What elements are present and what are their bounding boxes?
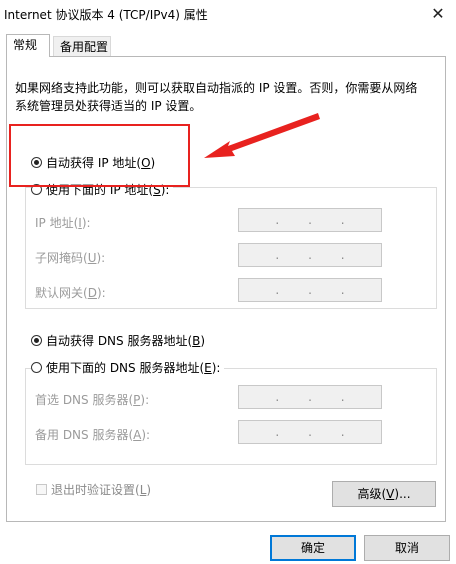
annotation-arrow-icon (204, 113, 320, 158)
